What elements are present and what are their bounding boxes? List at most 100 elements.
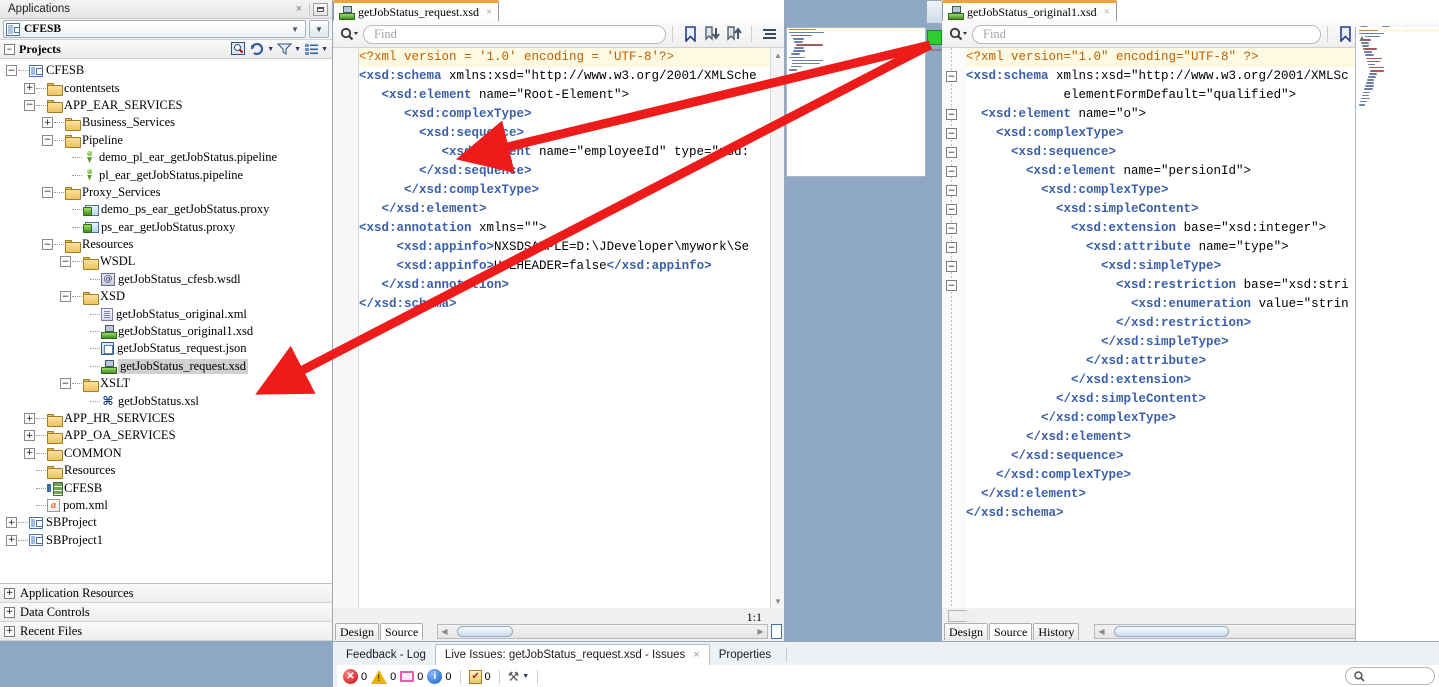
accordion-item[interactable]: + Data Controls <box>0 603 332 622</box>
search-projects-icon[interactable] <box>230 42 247 57</box>
code-fold-toggle[interactable]: − <box>946 166 957 177</box>
log-search-input[interactable] <box>1345 667 1435 685</box>
collapse-toggle-icon[interactable]: − <box>6 65 17 77</box>
tree-item[interactable]: − APP_EAR_SERVICES <box>0 97 332 114</box>
tree-item[interactable]: + SBProject <box>0 514 332 531</box>
view-tab-history[interactable]: History <box>1033 623 1080 640</box>
chevron-down-icon[interactable]: ▼ <box>287 25 303 34</box>
vertical-scrollbar-left[interactable]: ▲ ▼ <box>770 48 784 608</box>
code-fold-toggle[interactable]: − <box>946 185 957 196</box>
code-fold-toggle[interactable]: − <box>946 242 957 253</box>
code-lines-left[interactable]: <?xml version = '1.0' encoding = 'UTF-8'… <box>359 48 784 608</box>
tree-item[interactable]: − CFESB <box>0 62 332 79</box>
expand-toggle-icon[interactable]: + <box>24 447 35 459</box>
code-fold-toggle[interactable]: − <box>946 223 957 234</box>
collapse-toggle-icon[interactable]: − <box>60 256 71 268</box>
code-fold-toggle[interactable]: − <box>946 109 957 120</box>
tree-item[interactable]: getJobStatus_request.xsd <box>0 358 332 375</box>
projects-collapse-toggle[interactable]: − <box>4 43 15 55</box>
code-fold-toggle[interactable]: − <box>946 128 957 139</box>
project-tree[interactable]: − CFESB + contentsets − APP_EAR_SERVICES + Busi… <box>0 59 332 583</box>
search-icon[interactable] <box>946 24 972 44</box>
application-combo[interactable]: CFESB ▼ <box>3 20 306 38</box>
tree-item[interactable]: + contentsets <box>0 79 332 97</box>
scroll-left-icon[interactable]: ◀ <box>1095 627 1108 636</box>
resize-grip-left[interactable] <box>771 624 782 639</box>
bookmark-icon[interactable] <box>679 24 701 44</box>
scroll-down-icon[interactable]: ▼ <box>771 594 785 608</box>
scroll-up-icon[interactable]: ▲ <box>771 48 785 62</box>
close-icon[interactable]: × <box>292 2 306 16</box>
issue-counter[interactable]: i0 <box>427 669 452 684</box>
expand-toggle-icon[interactable]: + <box>24 430 35 442</box>
collapse-toggle-icon[interactable]: − <box>42 186 53 198</box>
issue-counter[interactable]: 0 <box>468 669 491 684</box>
tree-item[interactable]: CFESB <box>0 479 332 497</box>
collapse-toggle-icon[interactable]: − <box>24 99 35 111</box>
view-tab-source[interactable]: Source <box>989 623 1033 640</box>
view-tab-design[interactable]: Design <box>335 623 379 640</box>
tree-item[interactable]: demo_pl_ear_getJobStatus.pipeline <box>0 149 332 166</box>
hscroll-thumb[interactable] <box>1114 626 1229 637</box>
tree-item[interactable]: − XSLT <box>0 375 332 392</box>
expand-toggle-icon[interactable]: + <box>6 534 17 546</box>
filter-dropdown-icon[interactable]: ▼ <box>294 46 301 53</box>
search-icon[interactable] <box>337 24 363 44</box>
tree-item[interactable]: + SBProject1 <box>0 532 332 549</box>
tree-item[interactable]: demo_ps_ear_getJobStatus.proxy <box>0 201 332 218</box>
issue-counter[interactable]: 0 <box>400 671 423 683</box>
view-options-dropdown-icon[interactable]: ▼ <box>321 46 328 53</box>
hscroll-track[interactable] <box>451 625 754 638</box>
issue-counter[interactable]: 0 <box>371 669 396 684</box>
log-tab[interactable]: Properties <box>710 644 780 665</box>
expand-toggle-icon[interactable]: + <box>4 587 15 599</box>
code-fold-toggle[interactable]: − <box>946 147 957 158</box>
tree-item[interactable]: @ getJobStatus_cfesb.wsdl <box>0 271 332 288</box>
tree-item[interactable]: getJobStatus_original1.xsd <box>0 323 332 340</box>
tree-item[interactable]: − Resources <box>0 236 332 253</box>
view-tab-design[interactable]: Design <box>944 623 988 640</box>
expand-toggle-icon[interactable]: + <box>42 117 53 129</box>
accordion-item[interactable]: + Recent Files <box>0 622 332 641</box>
filter-icon[interactable] <box>276 42 293 57</box>
issue-counter[interactable]: ✕ 0 <box>343 669 367 684</box>
wrench-icon[interactable]: ⚒ <box>508 669 520 685</box>
tree-item[interactable]: ps_ear_getJobStatus.proxy <box>0 219 332 236</box>
hscroll-thumb[interactable] <box>457 626 513 637</box>
collapse-toggle-icon[interactable]: − <box>42 134 53 146</box>
find-input-right[interactable]: Find <box>972 24 1321 44</box>
code-fold-toggle[interactable]: − <box>946 261 957 272</box>
tree-item[interactable]: Resources <box>0 462 332 479</box>
find-input-left[interactable]: Find <box>363 24 666 44</box>
tree-item[interactable]: getJobStatus_request.json <box>0 340 332 357</box>
refresh-icon[interactable] <box>249 42 266 57</box>
tree-item[interactable]: − WSDL <box>0 253 332 270</box>
tree-item[interactable]: a pom.xml <box>0 497 332 514</box>
editor-tab-getjobstatus-request-xsd[interactable]: getJobStatus_request.xsd × <box>333 0 500 21</box>
expand-toggle-icon[interactable]: + <box>4 625 15 637</box>
horizontal-scrollbar-left[interactable]: ◀ ▶ <box>437 624 768 639</box>
collapse-toggle-icon[interactable]: − <box>60 291 71 303</box>
view-options-icon[interactable] <box>303 42 320 57</box>
tree-item[interactable]: + APP_HR_SERVICES <box>0 410 332 427</box>
tree-item[interactable]: getJobStatus_original.xml <box>0 305 332 322</box>
tree-item[interactable]: ⌘ getJobStatus.xsl <box>0 392 332 409</box>
close-icon[interactable]: × <box>693 649 699 661</box>
scroll-right-icon[interactable]: ▶ <box>754 627 767 636</box>
tree-item[interactable]: − XSD <box>0 288 332 305</box>
bookmark-icon[interactable] <box>1334 24 1356 44</box>
tree-item[interactable]: + APP_OA_SERVICES <box>0 427 332 444</box>
wrench-dropdown-icon[interactable]: ▼ <box>522 673 529 680</box>
code-area-left[interactable]: <?xml version = '1.0' encoding = 'UTF-8'… <box>333 48 784 608</box>
expand-toggle-icon[interactable]: + <box>4 606 15 618</box>
expand-toggle-icon[interactable]: + <box>6 517 17 529</box>
expand-toggle-icon[interactable]: + <box>24 413 35 424</box>
refresh-dropdown-icon[interactable]: ▼ <box>267 46 274 53</box>
view-tab-source[interactable]: Source <box>380 623 424 640</box>
tree-item[interactable]: + COMMON <box>0 445 332 462</box>
scroll-left-icon[interactable]: ◀ <box>438 627 451 636</box>
expand-toggle-icon[interactable]: + <box>24 82 35 94</box>
log-tab[interactable]: Live Issues: getJobStatus_request.xsd - … <box>434 644 710 665</box>
code-fold-toggle[interactable]: − <box>946 204 957 215</box>
tree-item[interactable]: − Pipeline <box>0 132 332 149</box>
